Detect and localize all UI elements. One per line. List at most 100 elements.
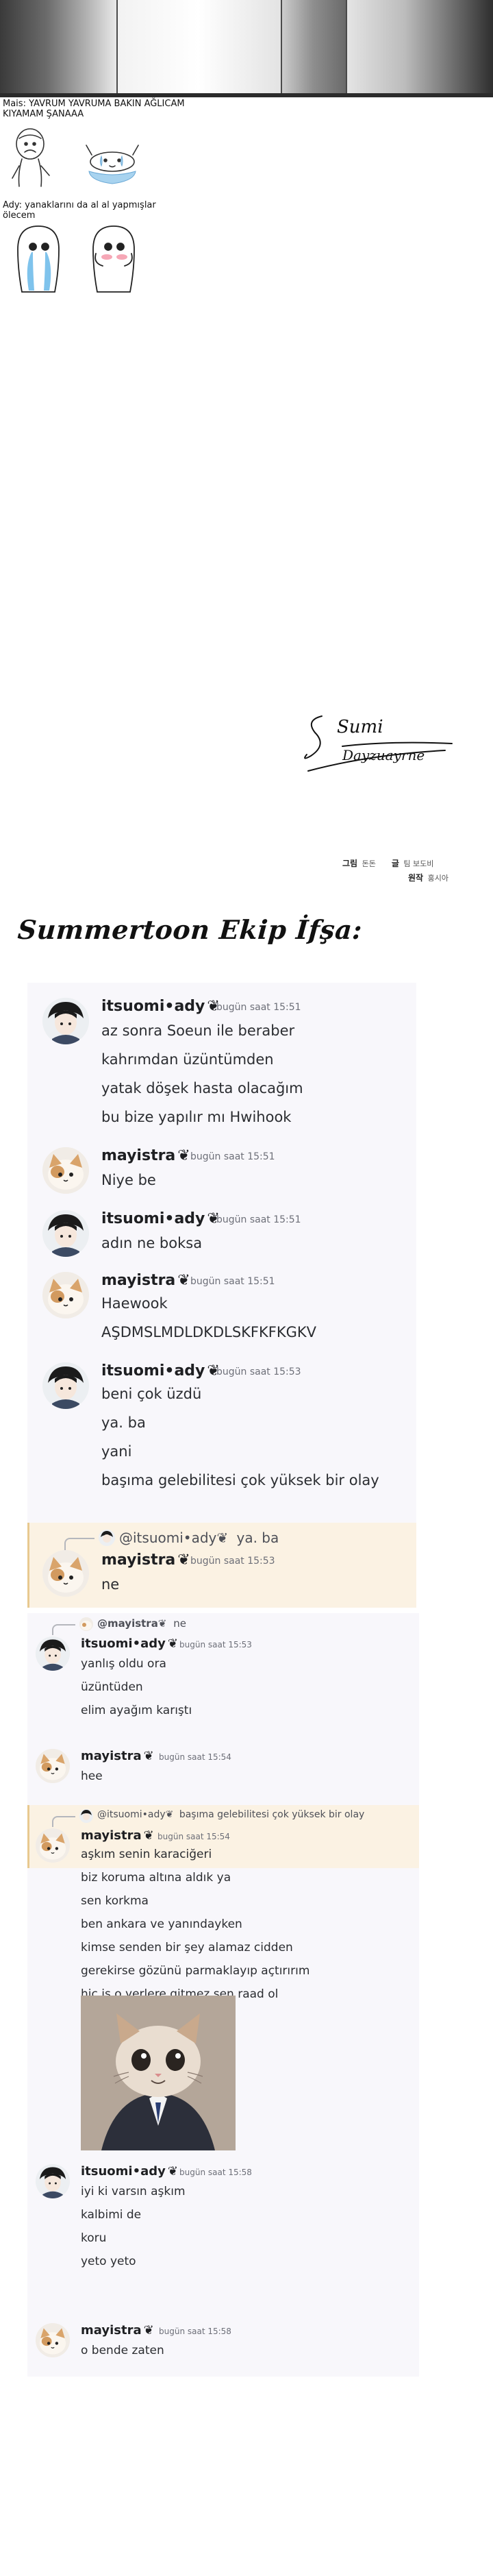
message-text: başıma gelebilitesi çok yüksek bir olay [101, 1472, 379, 1488]
timestamp: bugün saat 15:51 [190, 1151, 275, 1162]
timestamp: bugün saat 15:54 [157, 1832, 230, 1841]
timestamp: bugün saat 15:51 [216, 1214, 301, 1225]
username[interactable]: mayistra ❦ [101, 1272, 190, 1289]
message-text: beni çok üzdü [101, 1386, 202, 1402]
message-text: Niye be [101, 1172, 156, 1188]
credit-role: 그림 [342, 859, 358, 868]
message-text: koru [81, 2231, 107, 2245]
message-text: ne [101, 1576, 120, 1593]
comic-panel-center [116, 0, 281, 97]
message-text: yatak döşek hasta olacağım [101, 1080, 303, 1096]
message-text: elim ayağım karıştı [81, 1704, 192, 1717]
username[interactable]: mayistra ❦ [101, 1551, 190, 1569]
strip-border [0, 93, 493, 97]
comic-panel-right [346, 0, 493, 97]
username[interactable]: mayistra ❦ [101, 1147, 190, 1164]
message-text: yeto yeto [81, 2255, 136, 2268]
chat-message-reply: @mayistra❦ ne itsuomi•ady ❦ bugün saat 15… [27, 1613, 419, 1735]
username[interactable]: itsuomi•ady ❦ [101, 1362, 220, 1379]
message-text: yanlış oldu ora [81, 1657, 166, 1671]
page-title: Summertoon Ekip İfşa: [16, 914, 364, 945]
chat-message: mayistra ❦ bugün saat 15:51 Niye be [27, 1139, 416, 1201]
credits-block: 그림 돈돈 글 팀 보도비 원작 홍시아 [342, 857, 493, 885]
message-text: kimse senden bir şey alamaz cidden [81, 1941, 293, 1954]
chat-message-reply: @itsuomi•ady❦ ya. ba mayistra ❦ bugün saa… [27, 1523, 416, 1608]
timestamp: bugün saat 15:54 [159, 1752, 231, 1762]
reply-connector [52, 1624, 75, 1635]
chat-message: itsuomi•ady ❦ bugün saat 15:51 adın ne bo… [27, 1202, 416, 1262]
message-text: ya. ba [101, 1414, 146, 1431]
message-text: o bende zaten [81, 2344, 164, 2357]
avatar-mayistra[interactable] [36, 1828, 70, 1863]
credit-row: 그림 돈돈 글 팀 보도비 [342, 857, 493, 871]
signature-name: Sumi [337, 717, 383, 737]
reply-connector [52, 1816, 75, 1827]
message-text: yani [101, 1443, 132, 1460]
message-text: kalbimi de [81, 2208, 142, 2222]
username[interactable]: mayistra ❦ [81, 2323, 154, 2338]
avatar-itsuomi[interactable] [36, 2164, 70, 2198]
timestamp: bugün saat 15:51 [190, 1276, 275, 1287]
chat-screenshot-1: itsuomi•ady ❦ bugün saat 15:51 az sonra S… [27, 983, 416, 1608]
message-text: ben ankara ve yanındayken [81, 1917, 242, 1931]
translator-note-mais: Mais: YAVRUM YAVRUMA BAKIN AĞLICAM KIYAM… [3, 99, 222, 119]
note-line: Mais: YAVRUM YAVRUMA BAKIN AĞLICAM [3, 99, 185, 109]
message-text: Haewook [101, 1295, 168, 1312]
translator-note-ady: Ady: yanaklarını da al al yapmışlar ölec… [3, 200, 208, 221]
username[interactable]: mayistra ❦ [81, 1749, 154, 1763]
username[interactable]: itsuomi•ady ❦ [101, 998, 220, 1015]
timestamp: bugün saat 15:53 [190, 1556, 275, 1567]
username[interactable]: itsuomi•ady ❦ [101, 1210, 220, 1227]
message-text: bu bize yapılır mı Hwihook [101, 1109, 292, 1125]
avatar-mayistra[interactable] [36, 1749, 70, 1783]
crying-doodle-sketch [12, 128, 139, 187]
kitten-in-suit-image[interactable] [81, 1996, 236, 2150]
avatar-mayistra[interactable] [42, 1147, 89, 1194]
avatar-mayistra[interactable] [42, 1550, 89, 1597]
username[interactable]: itsuomi•ady ❦ [81, 2164, 178, 2179]
message-text: üzüntüden [81, 1680, 143, 1694]
reply-connector [64, 1538, 94, 1551]
avatar-itsuomi[interactable] [36, 1636, 70, 1671]
timestamp: bugün saat 15:51 [216, 1002, 301, 1013]
reply-reference[interactable]: @itsuomi•ady❦ ya. ba [119, 1530, 279, 1546]
reply-reference[interactable]: @itsuomi•ady❦ başıma gelebilitesi çok yü… [97, 1809, 364, 1820]
highlight-bar [27, 1805, 29, 1868]
message-text: kahrımdan üzüntümden [101, 1051, 274, 1068]
panel-divider [116, 0, 118, 97]
message-text: gerekirse gözünü parmaklayıp açtırırım [81, 1964, 310, 1978]
chat-screenshot-2: @mayistra❦ ne itsuomi•ady ❦ bugün saat 15… [27, 1613, 419, 2377]
blushing-doodle-sketch [17, 225, 135, 293]
avatar-itsuomi-mini [99, 1530, 115, 1546]
comic-panel-strip [0, 0, 493, 97]
avatar-mayistra-mini [79, 1617, 93, 1631]
message-text: adın ne boksa [101, 1235, 203, 1251]
message-text: aşkım senin karaciğeri [81, 1848, 212, 1861]
username[interactable]: mayistra ❦ [81, 1828, 154, 1843]
credit-name: 돈돈 [362, 859, 376, 868]
highlight-bar [27, 1523, 29, 1608]
comic-panel-left [0, 0, 116, 97]
username[interactable]: itsuomi•ady ❦ [81, 1636, 178, 1651]
reply-reference[interactable]: @mayistra❦ ne [97, 1617, 186, 1630]
chat-message: itsuomi•ady ❦ bugün saat 15:58 iyi ki var… [27, 2161, 419, 2285]
avatar-itsuomi[interactable] [42, 1210, 89, 1257]
note-line: Ady: yanaklarını da al al yapmışlar [3, 200, 156, 210]
panel-divider [346, 0, 347, 97]
avatar-mayistra[interactable] [42, 1272, 89, 1318]
avatar-mayistra[interactable] [36, 2323, 70, 2357]
avatar-itsuomi[interactable] [42, 1362, 89, 1409]
message-text: sen korkma [81, 1894, 149, 1908]
chat-message: itsuomi•ady ❦ bugün saat 15:53 beni çok ü… [27, 1354, 416, 1498]
chat-message: mayistra ❦ bugün saat 15:51 Haewook AŞDMS… [27, 1264, 416, 1353]
chat-message: mayistra ❦ bugün saat 15:54 hee [27, 1746, 419, 1791]
timestamp: bugün saat 15:53 [216, 1366, 301, 1377]
credit-name: 홍시아 [427, 874, 448, 883]
message-text: AŞDMSLMDLDKDLSKFKFKGKV [101, 1324, 317, 1340]
timestamp: bugün saat 15:53 [179, 1640, 252, 1649]
credit-name: 팀 보도비 [403, 859, 434, 868]
chat-message-reply-highlight: @itsuomi•ady❦ başıma gelebilitesi çok yü… [27, 1805, 419, 1868]
credit-row: 원작 홍시아 [342, 871, 493, 885]
avatar-itsuomi[interactable] [42, 998, 89, 1044]
credit-role: 글 [391, 859, 399, 868]
